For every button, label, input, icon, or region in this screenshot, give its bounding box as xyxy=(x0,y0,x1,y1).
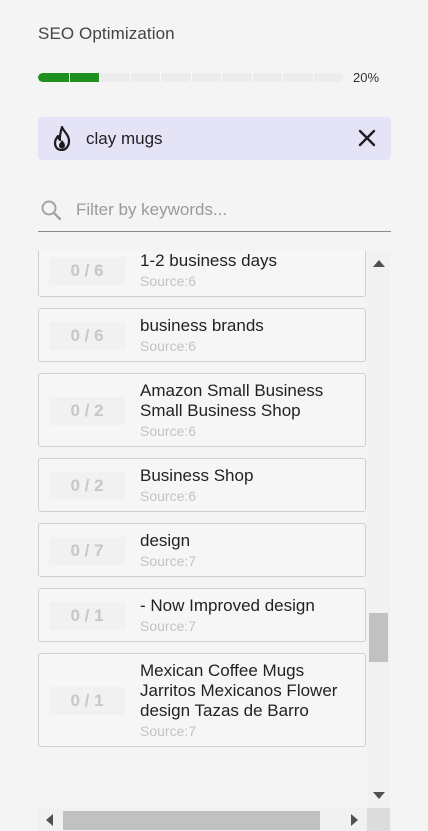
keyword-text: Amazon Small Business Small Business Shop xyxy=(140,381,355,421)
keyword-usage-count: 0 / 1 xyxy=(49,602,125,630)
keyword-usage-count: 0 / 7 xyxy=(49,537,125,565)
keyword-text-line: Small Business Shop xyxy=(140,401,301,420)
flame-icon xyxy=(53,126,71,151)
keyword-list-content: 0 / 6 1-2 business days Source:6 0 / 6 busin… xyxy=(38,251,367,758)
search-icon xyxy=(41,200,62,221)
keyword-text: - Now Improved design xyxy=(140,596,355,616)
progress-segment-divider xyxy=(160,73,161,82)
progress-segment-divider xyxy=(69,73,70,82)
keyword-text: Mexican Coffee Mugs Jarritos Mexicanos Fl… xyxy=(140,661,355,721)
keyword-usage-count: 0 / 6 xyxy=(49,322,125,350)
keyword-usage-count: 0 / 6 xyxy=(49,257,125,285)
keyword-text-line: design xyxy=(140,531,191,550)
keyword-text-line: design Tazas de Barro xyxy=(140,701,309,720)
keyword-text-line: Business Shop xyxy=(140,466,254,485)
keyword-text: Business Shop xyxy=(140,466,355,486)
vertical-scrollbar[interactable] xyxy=(367,251,390,808)
progress-segment-divider xyxy=(99,73,100,82)
progress-segment-divider xyxy=(221,73,222,82)
progress-bar xyxy=(38,73,343,82)
keyword-usage-count: 0 / 2 xyxy=(49,397,125,425)
keyword-source: Source:6 xyxy=(140,338,197,354)
keyword-list[interactable]: 0 / 6 1-2 business days Source:6 0 / 6 busin… xyxy=(38,251,367,808)
horizontal-scrollbar[interactable] xyxy=(38,808,367,831)
keyword-card[interactable]: 0 / 2 Business Shop Source:6 xyxy=(38,458,366,512)
vertical-scroll-thumb[interactable] xyxy=(369,613,388,662)
keyword-text-line: Jarritos Mexicanos Flower xyxy=(140,681,338,700)
horizontal-scroll-thumb[interactable] xyxy=(63,811,320,830)
keyword-text-line: - Now Improved design xyxy=(140,596,315,615)
progress-segment-divider xyxy=(313,73,314,82)
scroll-right-arrow-icon[interactable] xyxy=(351,814,358,826)
scroll-up-arrow-icon[interactable] xyxy=(373,260,385,267)
keyword-text-line: 1-2 business days xyxy=(140,251,278,270)
progress-segment-divider xyxy=(252,73,253,82)
keyword-source: Source:6 xyxy=(140,488,197,504)
scroll-down-arrow-icon[interactable] xyxy=(373,792,385,799)
keyword-source: Source:7 xyxy=(140,618,197,634)
progress-segment-divider xyxy=(282,73,283,82)
keyword-text-line: Mexican Coffee Mugs xyxy=(140,661,305,680)
keyword-source: Source:7 xyxy=(140,723,197,739)
keyword-card[interactable]: 0 / 1 Mexican Coffee Mugs Jarritos Mexican… xyxy=(38,653,366,747)
active-keyword-text: clay mugs xyxy=(86,129,163,148)
progress-segment-divider xyxy=(130,73,131,82)
scrollbar-corner xyxy=(367,808,390,831)
keyword-source: Source:7 xyxy=(140,553,197,569)
progress-segment-divider xyxy=(191,73,192,82)
panel-title: SEO Optimization xyxy=(38,24,175,43)
keyword-usage-count: 0 / 2 xyxy=(49,472,125,500)
keyword-text: business brands xyxy=(140,316,355,336)
keyword-text-line: business brands xyxy=(140,316,264,335)
progress-percent: 20% xyxy=(353,70,380,85)
keyword-filter-input[interactable] xyxy=(76,198,376,222)
keyword-card[interactable]: 0 / 6 1-2 business days Source:6 xyxy=(38,251,366,297)
keyword-card[interactable]: 0 / 2 Amazon Small Business Small Business… xyxy=(38,373,366,447)
keyword-card[interactable]: 0 / 1 - Now Improved design Source:7 xyxy=(38,588,366,642)
scroll-left-arrow-icon[interactable] xyxy=(46,814,53,826)
keyword-source: Source:6 xyxy=(140,273,197,289)
keyword-text-line: Amazon Small Business xyxy=(140,381,324,400)
keyword-text: 1-2 business days xyxy=(140,251,355,271)
keyword-filter xyxy=(38,192,391,232)
active-keyword-chip: clay mugs xyxy=(38,117,391,160)
keyword-source: Source:6 xyxy=(140,423,197,439)
keyword-card[interactable]: 0 / 7 design Source:7 xyxy=(38,523,366,577)
close-icon[interactable] xyxy=(357,128,377,148)
keyword-card[interactable]: 0 / 6 business brands Source:6 xyxy=(38,308,366,362)
keyword-text: design xyxy=(140,531,355,551)
keyword-usage-count: 0 / 1 xyxy=(49,687,125,715)
